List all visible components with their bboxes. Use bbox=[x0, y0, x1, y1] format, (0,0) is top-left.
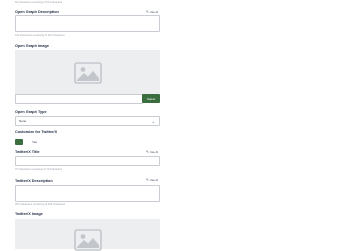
og-image-preview[interactable] bbox=[15, 50, 160, 95]
image-placeholder-icon bbox=[73, 229, 102, 251]
twitter-title-label: Twitter/X Title bbox=[15, 150, 40, 154]
twitter-customize-toggle[interactable] bbox=[15, 139, 23, 145]
og-description-ai-button[interactable]: ✎ Use AI bbox=[146, 10, 158, 14]
twitter-image-label: Twitter/X Image bbox=[15, 212, 43, 216]
twitter-description-ai-button[interactable]: ✎ Use AI bbox=[146, 178, 158, 182]
og-title-char-count: 60 characters remaining of 60 characters bbox=[15, 1, 63, 4]
og-description-textarea[interactable] bbox=[15, 15, 160, 32]
twitter-description-ai-label: Use AI bbox=[149, 178, 159, 182]
twitter-description-textarea[interactable] bbox=[15, 185, 160, 202]
twitter-description-label: Twitter/X Description bbox=[15, 179, 53, 183]
twitter-title-input[interactable] bbox=[15, 156, 160, 166]
twitter-image-preview[interactable] bbox=[15, 219, 160, 251]
twitter-title-ai-label: Use AI bbox=[149, 150, 159, 154]
twitter-description-char-count: 200 characters remaining of 200 characte… bbox=[15, 203, 66, 206]
edit-icon: ✎ bbox=[146, 150, 149, 154]
twitter-title-char-count: 70 characters remaining of 70 characters bbox=[15, 168, 63, 171]
edit-icon: ✎ bbox=[146, 10, 149, 14]
twitter-title-ai-button[interactable]: ✎ Use AI bbox=[146, 150, 158, 154]
edit-icon: ✎ bbox=[146, 178, 149, 182]
og-description-char-count: 110 characters remaining of 110 characte… bbox=[15, 34, 65, 37]
og-description-ai-label: Use AI bbox=[149, 10, 159, 14]
og-type-select[interactable]: None ⌄ bbox=[15, 116, 160, 126]
og-type-selected-value: None bbox=[19, 119, 27, 123]
image-placeholder-icon bbox=[73, 61, 102, 84]
twitter-customize-toggle-text: Yes bbox=[32, 140, 37, 144]
og-description-label: Open Graph Description bbox=[15, 10, 59, 14]
twitter-customize-label: Customize for Twitter/X bbox=[15, 130, 58, 134]
og-image-url-input[interactable] bbox=[15, 94, 143, 104]
og-image-select-button[interactable]: Select bbox=[142, 94, 160, 103]
og-type-label: Open Graph Type bbox=[15, 110, 47, 114]
og-image-label: Open Graph Image bbox=[15, 44, 49, 48]
chevron-down-icon: ⌄ bbox=[151, 119, 155, 124]
